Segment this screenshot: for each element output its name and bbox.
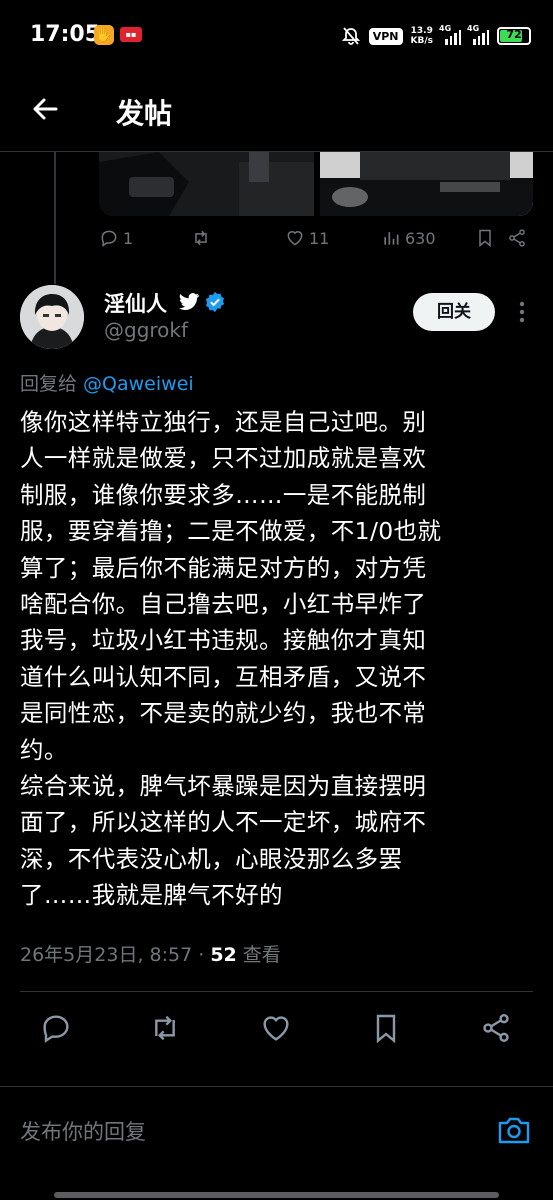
prev-retweet-button[interactable] [191, 228, 211, 248]
reply-prefix: 回复给 [20, 373, 84, 395]
status-bar: 17:05 ✋ ▪▪ VPN 13.9 KB/s 4G 4G 72 [0, 0, 553, 72]
bookmark-icon [479, 229, 491, 248]
bookmark-button[interactable] [366, 1008, 406, 1048]
camera-icon[interactable] [497, 1114, 531, 1146]
tweet-line: 服，要穿着撸；二是不做爱，不1/0也就 [20, 517, 442, 546]
mute-bell-icon [341, 27, 360, 45]
author-handle[interactable]: @ggrokf [104, 318, 188, 342]
tweet-view-count: 52 [210, 944, 237, 966]
tweet-line: 是同性恋，不是卖的就少约，我也不常 [20, 699, 427, 728]
retweet-icon [155, 1015, 175, 1041]
reply-icon [101, 230, 117, 247]
views-chart-icon [384, 232, 399, 245]
tweet-line: 约。 [20, 735, 68, 764]
status-right: VPN 13.9 KB/s 4G 4G 72 [341, 22, 531, 50]
verified-badge-icon [205, 291, 225, 313]
signal-1-label: 4G [439, 24, 452, 33]
tweet-line: 制服，谁像你要求多……一是不能脱制 [20, 480, 427, 509]
tweet-line: 啥配合你。自己撸去吧，小红书早炸了 [20, 590, 427, 619]
net-speed-unit: KB/s [410, 36, 433, 46]
tweet-line: 了……我就是脾气不好的 [20, 881, 283, 910]
retweet-button[interactable] [145, 1008, 185, 1048]
battery-level: 72 [506, 28, 522, 41]
tweet-line: 综合来说，脾气坏暴躁是因为直接摆明 [20, 772, 427, 801]
thread-connector [54, 152, 56, 284]
tweet-line: 面了，所以这样的人不一定坏，城府不 [20, 808, 427, 837]
follow-back-button[interactable]: 回关 [413, 293, 495, 331]
prev-reply-count: 1 [123, 228, 134, 248]
meta-divider [20, 991, 533, 992]
tweet-line: 深，不代表没心机，心眼没那么多罢 [20, 844, 403, 873]
tweet-line: 像你这样特立独行，还是自己过吧。别 [20, 408, 427, 436]
media-image-1[interactable] [99, 152, 314, 216]
page-title: 发帖 [116, 97, 173, 130]
share-button[interactable] [476, 1008, 516, 1048]
heart-icon [263, 1016, 289, 1041]
media-image-2[interactable] [320, 152, 533, 216]
tweet-line: 道什么叫认知不同，互相矛盾，又说不 [20, 662, 427, 691]
share-icon [483, 1014, 509, 1042]
status-time: 17:05 [30, 22, 101, 47]
net-speed: 13.9 KB/s [411, 26, 433, 46]
bookmark-icon [376, 1014, 396, 1044]
signal-2-icon: 4G [467, 24, 489, 45]
reply-divider [0, 1086, 553, 1087]
retweet-icon [195, 230, 207, 246]
share-icon [509, 229, 525, 247]
signal-2-label: 4G [467, 24, 480, 33]
accessibility-icon: ✋ [94, 25, 114, 45]
tweet-meta: 26年5月23日, 8:57 · 52 查看 [20, 940, 281, 967]
like-button[interactable] [256, 1008, 296, 1048]
reply-button[interactable] [36, 1008, 76, 1048]
tweet-line: 我号，垃圾小红书违规。接触你才真知 [20, 626, 427, 655]
top-bar: 发帖 [0, 72, 553, 150]
author-name[interactable]: 淫仙人 [104, 288, 167, 318]
prev-like-button[interactable]: 11 [285, 228, 329, 248]
tweet-views-label: 查看 [236, 944, 281, 966]
tweet-line: 人一样就是做爱，只不过加成就是喜欢 [20, 444, 427, 473]
reply-input[interactable]: 发布你的回复 [20, 1116, 146, 1146]
prev-tweet-actions: 1 11 630 [99, 228, 529, 256]
arrow-left-icon[interactable] [30, 94, 60, 124]
prev-reply-button[interactable]: 1 [99, 228, 133, 248]
tweet-date[interactable]: 26年5月23日, 8:57 · [20, 944, 210, 966]
app-notification-icon: ▪▪ [120, 27, 142, 42]
prev-share-button[interactable] [507, 228, 527, 248]
tweet-text: 像你这样特立独行，还是自己过吧。别 人一样就是做爱，只不过加成就是喜欢 制服，谁… [20, 404, 520, 914]
vpn-badge: VPN [368, 27, 403, 45]
signal-1-icon: 4G [439, 24, 461, 45]
prev-bookmark-button[interactable] [475, 228, 495, 248]
reply-icon [43, 1015, 69, 1043]
home-indicator[interactable] [54, 1192, 499, 1198]
prev-views-button[interactable]: 630 [381, 228, 436, 248]
tweet-line: 算了；最后你不能满足对方的，对方凭 [20, 553, 427, 582]
reply-mention-link[interactable]: @Qaweiwei [83, 373, 194, 395]
battery-icon: 72 [497, 27, 531, 45]
net-speed-value: 13.9 [410, 26, 433, 36]
more-vertical-icon[interactable] [512, 298, 532, 326]
heart-icon [287, 231, 303, 246]
prev-view-count: 630 [405, 228, 436, 248]
avatar[interactable] [20, 285, 84, 349]
tweet-actions [20, 1008, 533, 1048]
prev-like-count: 11 [309, 228, 330, 248]
replying-to: 回复给 @Qaweiwei [20, 369, 194, 396]
twitter-bird-icon [178, 293, 200, 310]
